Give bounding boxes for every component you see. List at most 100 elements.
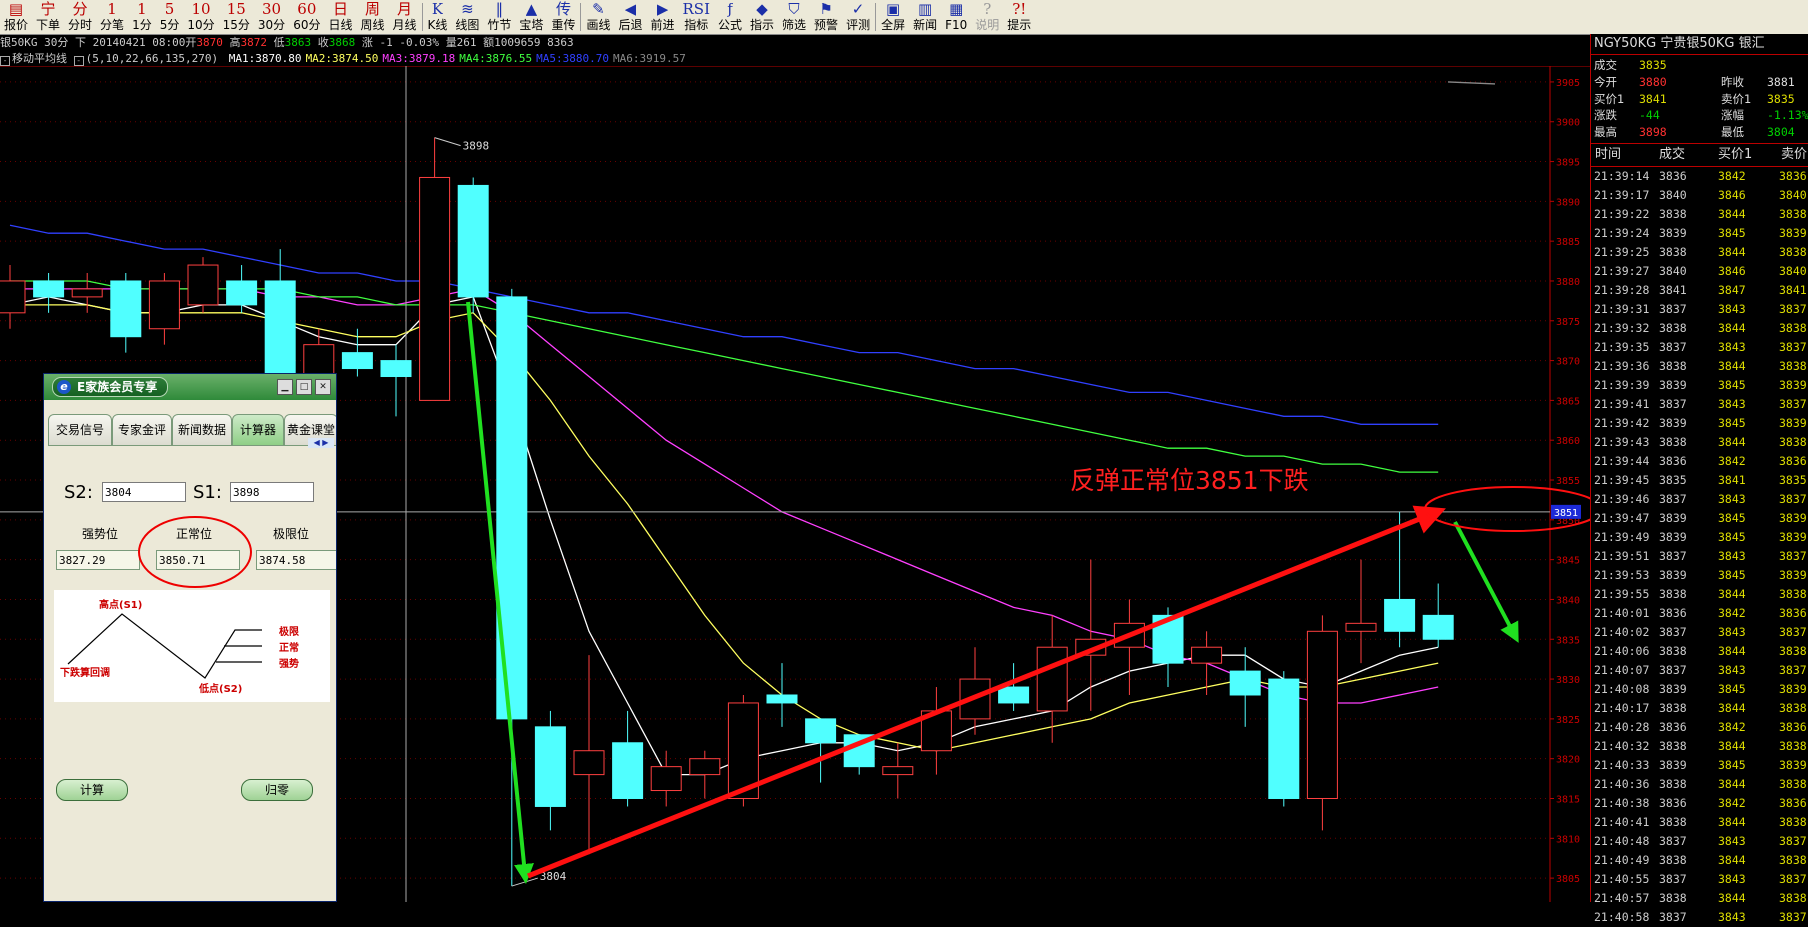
- candle-body: [534, 726, 566, 807]
- toolbar-button[interactable]: ▶ 前进: [646, 0, 678, 32]
- toolbar-button[interactable]: ⚑ 预警: [810, 0, 842, 32]
- toolbar-button[interactable]: ƒ 公式: [714, 0, 746, 32]
- y-tick-label: 3890: [1556, 197, 1580, 208]
- tick-price: 3838: [1659, 776, 1687, 791]
- s1-input[interactable]: 3898: [230, 482, 314, 502]
- tick-time: 21:39:14: [1594, 168, 1650, 183]
- reset-button[interactable]: 归零: [241, 779, 313, 801]
- toolbar-button[interactable]: ▲ 宝塔: [515, 0, 547, 32]
- tick-price: 3838: [1659, 738, 1687, 753]
- tick-bid: 3844: [1718, 776, 1746, 791]
- toolbar-icon: ✎: [592, 1, 605, 18]
- toolbar-icon: RSI: [682, 1, 711, 18]
- toolbar-icon: ▣: [885, 1, 901, 18]
- tick-row: 21:39:27 3840 3846 3840: [1591, 262, 1808, 281]
- toolbar-button[interactable]: ◆ 指示: [746, 0, 778, 32]
- tab-calculator[interactable]: 计算器: [232, 414, 284, 446]
- toolbar-button[interactable]: 日日线: [324, 0, 356, 32]
- diagram-limit-label: 极限: [279, 627, 299, 638]
- toolbar-button[interactable]: ✓ 评测: [842, 0, 874, 32]
- tab-trade-signal[interactable]: 交易信号: [48, 414, 112, 446]
- y-tick-label: 3805: [1556, 874, 1580, 885]
- y-tick-label: 3845: [1556, 556, 1580, 567]
- s2-input[interactable]: 3804: [102, 482, 186, 502]
- symbol-label: 银50KG 30分 下: [0, 36, 86, 49]
- ma-value: MA1:3870.80: [228, 52, 302, 65]
- toolbar-button[interactable]: ◀ 后退: [614, 0, 646, 32]
- calculate-button[interactable]: 计算: [56, 779, 128, 801]
- tick-time: 21:39:47: [1594, 510, 1650, 525]
- tab-news-data[interactable]: 新闻数据: [172, 414, 232, 446]
- tick-list[interactable]: 21:39:14 3836 3842 3836 21:39:17 3840 3846 3840…: [1591, 167, 1808, 927]
- toolbar-button[interactable]: ?! 提示: [1003, 0, 1035, 32]
- tick-price: 3836: [1659, 168, 1687, 183]
- close-icon[interactable]: ✕: [315, 379, 331, 395]
- toolbar-button[interactable]: ✎ 画线: [582, 0, 614, 32]
- tick-time: 21:40:41: [1594, 814, 1650, 829]
- toolbar-button[interactable]: 宁下单: [32, 0, 64, 32]
- high-label: 高: [229, 36, 241, 49]
- toolbar-button[interactable]: ▦ F10: [941, 0, 971, 32]
- tick-time: 21:40:32: [1594, 738, 1650, 753]
- header-time: 时间: [1595, 146, 1622, 162]
- toolbar-button[interactable]: ▣ 全屏: [877, 0, 909, 32]
- maximize-icon[interactable]: □: [296, 379, 312, 395]
- y-tick-label: 3815: [1556, 794, 1580, 805]
- collapse-icon[interactable]: -: [0, 56, 10, 66]
- toolbar-button[interactable]: 月月线: [389, 0, 421, 32]
- popup-title-text: E家族会员专享: [77, 380, 158, 394]
- tick-price: 3838: [1659, 586, 1687, 601]
- tick-bid: 3842: [1718, 168, 1746, 183]
- y-tick-label: 3895: [1556, 158, 1580, 169]
- instrument-title: NGY50KG 宁贵银50KG 银汇: [1591, 34, 1808, 55]
- toolbar-button[interactable]: 周周线: [356, 0, 388, 32]
- toolbar-button[interactable]: ? 说明: [971, 0, 1003, 32]
- toolbar-button[interactable]: 1 1分: [128, 0, 156, 32]
- toolbar-button[interactable]: ‖ 竹节: [483, 0, 515, 32]
- collapse-icon[interactable]: -: [73, 56, 84, 66]
- toolbar-button[interactable]: 5 5分: [156, 0, 184, 32]
- tick-row: 21:39:43 3838 3844 3838: [1591, 433, 1808, 452]
- toolbar-button[interactable]: 30 30分: [254, 0, 289, 32]
- toolbar-button[interactable]: ▥ 新闻: [909, 0, 941, 32]
- toolbar-button[interactable]: 传重传: [547, 0, 579, 32]
- candle-body: [0, 280, 26, 314]
- tick-price: 3838: [1659, 320, 1687, 335]
- tick-bid: 3843: [1718, 909, 1746, 924]
- y-tick-label: 3880: [1556, 277, 1580, 288]
- toolbar-label: 月线: [392, 18, 417, 32]
- toolbar-label: 下单: [36, 18, 61, 32]
- tick-row: 21:39:28 3841 3847 3841: [1591, 281, 1808, 300]
- candle-body: [573, 750, 605, 776]
- tick-row: 21:40:48 3837 3843 3837: [1591, 832, 1808, 851]
- tick-time: 21:40:01: [1594, 605, 1650, 620]
- toolbar-button[interactable]: RSI 指标: [679, 0, 715, 32]
- tick-ask: 3840: [1779, 187, 1807, 202]
- quote-label: 买价1: [1594, 91, 1625, 106]
- tick-time: 21:39:42: [1594, 415, 1650, 430]
- tab-scroll-arrows-icon[interactable]: ◀ ▶: [308, 438, 334, 448]
- toolbar-label: 10分: [187, 18, 215, 32]
- toolbar-button[interactable]: ⛉ 筛选: [778, 0, 810, 32]
- tick-row: 21:39:51 3837 3843 3837: [1591, 547, 1808, 566]
- toolbar-button[interactable]: 分分时: [64, 0, 96, 32]
- tab-expert-review[interactable]: 专家金评: [112, 414, 172, 446]
- toolbar-icon: 1: [107, 1, 117, 18]
- quote-value: -1.13%: [1767, 108, 1808, 123]
- toolbar-button[interactable]: 60 60分: [289, 0, 324, 32]
- popup-titlebar[interactable]: e E家族会员专享 ▁ □ ✕: [44, 374, 336, 400]
- toolbar-button[interactable]: K K线: [424, 0, 452, 32]
- tick-time: 21:39:27: [1594, 263, 1650, 278]
- candle-body: [187, 264, 219, 306]
- toolbar-button[interactable]: 1 分笔: [96, 0, 128, 32]
- minimize-icon[interactable]: ▁: [277, 379, 293, 395]
- toolbar-button[interactable]: ≋ 线图: [451, 0, 483, 32]
- tick-row: 21:40:32 3838 3844 3838: [1591, 737, 1808, 756]
- tick-row: 21:39:31 3837 3843 3837: [1591, 300, 1808, 319]
- tick-price: 3837: [1659, 396, 1687, 411]
- toolbar-icon: 60: [297, 1, 317, 18]
- toolbar-button[interactable]: ▤ 报价: [0, 0, 32, 32]
- tick-price: 3836: [1659, 453, 1687, 468]
- toolbar-button[interactable]: 10 10分: [183, 0, 218, 32]
- toolbar-button[interactable]: 15 15分: [219, 0, 254, 32]
